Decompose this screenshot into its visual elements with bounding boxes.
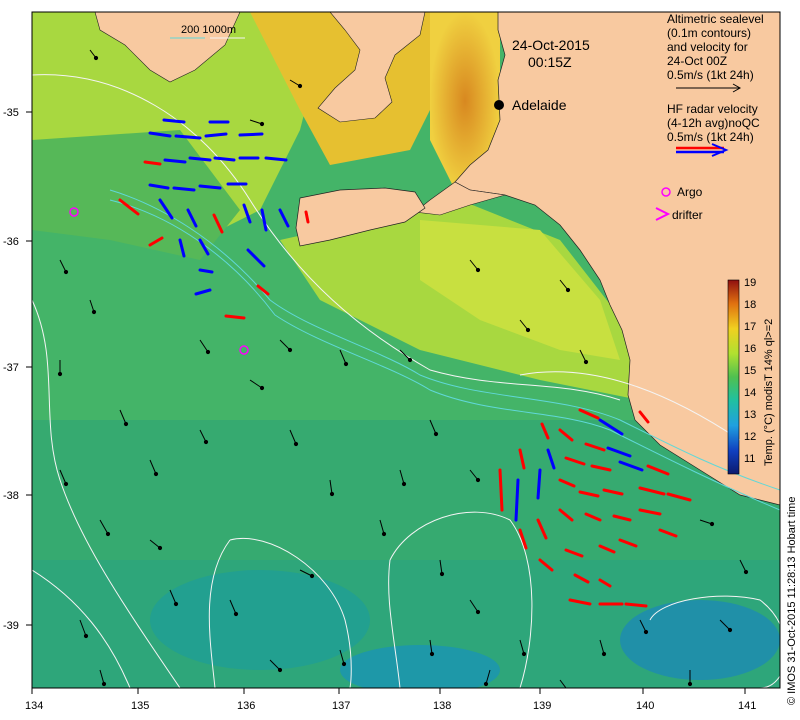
x-tick-136: 136	[237, 700, 255, 712]
legend-alt-line-2: (0.1m contours)	[667, 26, 751, 40]
map-area: Adelaide 200 1000m 24-Oct-2015 00:15Z 19…	[32, 12, 780, 688]
legend-alt-line-3: and velocity for	[667, 40, 748, 54]
x-tick-137: 137	[332, 700, 350, 712]
colorbar-ramp	[727, 279, 740, 475]
x-tick-140: 140	[636, 700, 654, 712]
colorbar-tick-17: 17	[744, 321, 756, 333]
x-tick-135: 135	[131, 700, 149, 712]
colorbar-tick-12: 12	[744, 431, 756, 443]
y-tick-minus39: -39	[3, 620, 19, 632]
colorbar-tick-11: 11	[744, 453, 755, 465]
y-axis: -35 -36 -37 -38 -39	[3, 107, 32, 632]
time-label: 00:15Z	[528, 54, 572, 70]
cool-patch-1	[150, 570, 370, 670]
legend-alt-line-4: 24-Oct 00Z	[667, 54, 727, 68]
sst-map: Adelaide 200 1000m 24-Oct-2015 00:15Z 19…	[3, 11, 798, 712]
adelaide-label: Adelaide	[512, 97, 567, 113]
legend-hf-line-3: 0.5m/s (1kt 24h)	[667, 130, 754, 144]
scale-bar-label: 200 1000m	[181, 24, 236, 36]
legend-drifter-label: drifter	[672, 208, 703, 222]
colorbar-tick-14: 14	[744, 387, 756, 399]
y-tick-minus35: -35	[3, 107, 19, 119]
legend-argo-label: Argo	[677, 185, 703, 199]
credit-label: © IMOS 31-Oct-2015 11:28:13 Hobart time	[786, 497, 798, 705]
date-label: 24-Oct-2015	[512, 37, 590, 53]
y-tick-minus37: -37	[3, 362, 19, 374]
legend-hf-line-2: (4-12h avg)noQC	[667, 116, 760, 130]
colorbar-tick-15: 15	[744, 365, 756, 377]
x-tick-138: 138	[433, 700, 451, 712]
y-tick-minus38: -38	[3, 490, 19, 502]
x-tick-141: 141	[738, 700, 756, 712]
legend-alt-line-5: 0.5m/s (1kt 24h)	[667, 68, 754, 82]
colorbar-tick-16: 16	[744, 343, 756, 355]
adelaide-marker	[494, 100, 504, 110]
colorbar-tick-18: 18	[744, 299, 756, 311]
x-axis: 134 135 136 137 138 139 140 141	[25, 688, 756, 712]
y-tick-minus36: -36	[3, 236, 19, 248]
x-tick-139: 139	[533, 700, 551, 712]
colorbar-tick-13: 13	[744, 409, 756, 421]
cool-patch-2	[620, 600, 780, 680]
legend-alt-line-1: Altimetric sealevel	[667, 12, 764, 26]
colorbar-label: Temp. (°C) modisT 14% ql>=2	[763, 319, 775, 466]
legend-hf-line-1: HF radar velocity	[667, 102, 758, 116]
colorbar-tick-19: 19	[744, 277, 756, 289]
x-tick-134: 134	[25, 700, 43, 712]
